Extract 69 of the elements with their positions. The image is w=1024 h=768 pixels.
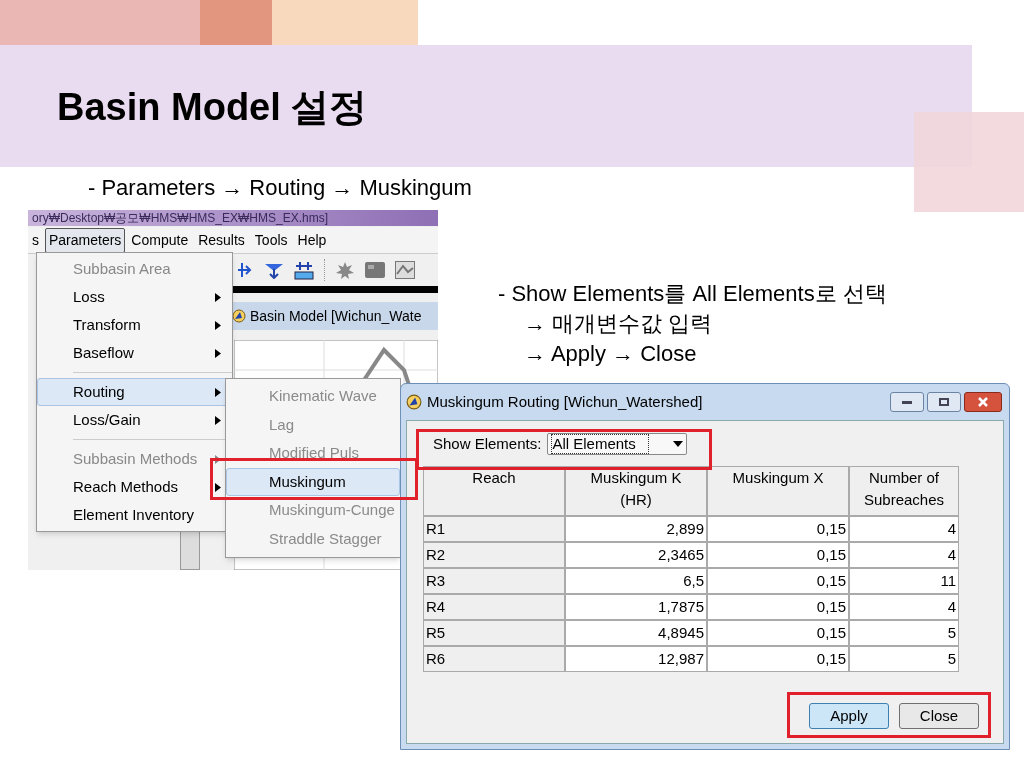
table-cell: 0,15 <box>707 620 849 646</box>
table-cell: 4,8945 <box>565 620 707 646</box>
close-dialog-button[interactable]: Close <box>899 703 979 729</box>
close-button[interactable] <box>964 392 1002 412</box>
instruction-text: - Show Elements를 All Elements로 선택 <box>498 280 887 308</box>
table-cell: R5 <box>423 620 565 646</box>
menu-option[interactable]: Muskingum <box>226 467 400 497</box>
table-cell: 0,15 <box>707 542 849 568</box>
table-cell: 2,899 <box>565 516 707 542</box>
column-header[interactable]: Reach <box>423 466 565 516</box>
app-logo-icon <box>406 394 422 410</box>
table-cell: 4 <box>849 516 959 542</box>
basin-window-title: Basin Model [Wichun_Wate <box>250 306 422 326</box>
column-header[interactable]: Number of Subreaches <box>849 466 959 516</box>
menu-item[interactable]: s <box>28 227 43 253</box>
column-header[interactable]: Muskingum K (HR) <box>565 466 707 516</box>
table-cell: 6,5 <box>565 568 707 594</box>
slide-subtitle: - Parameters → Routing → Muskingum <box>88 174 472 202</box>
splash-icon <box>335 261 355 279</box>
submenu-arrow-icon <box>215 348 221 358</box>
menu-item[interactable]: Results <box>194 227 249 253</box>
table-cell: 4 <box>849 594 959 620</box>
instruction-text: → Apply → Close <box>524 340 698 368</box>
chart-icon <box>395 261 415 279</box>
close-icon <box>978 397 988 407</box>
instruction-text: → 매개변수값 입력 <box>524 310 714 338</box>
show-elements-label: Show Elements: <box>433 433 542 454</box>
column-header[interactable]: Muskingum X <box>707 466 849 516</box>
table-cell: R3 <box>423 568 565 594</box>
table-cell: 5 <box>849 620 959 646</box>
table-cell: 0,15 <box>707 568 849 594</box>
table-icon <box>365 262 385 278</box>
menu-option[interactable]: Loss <box>37 283 232 311</box>
maximize-button[interactable] <box>927 392 961 412</box>
submenu-arrow-icon <box>215 387 221 397</box>
reservoir-icon <box>294 260 314 280</box>
apply-button[interactable]: Apply <box>809 703 889 729</box>
submenu-arrow-icon <box>215 320 221 330</box>
submenu-arrow-icon <box>215 482 221 492</box>
menu-item[interactable]: Parameters <box>45 227 126 253</box>
table-cell: 1,7875 <box>565 594 707 620</box>
table-cell: R2 <box>423 542 565 568</box>
menu-item[interactable]: Compute <box>127 227 193 253</box>
dropdown-arrow-icon <box>673 441 684 447</box>
table-cell: 0,15 <box>707 646 849 672</box>
menu-option[interactable]: Baseflow <box>37 339 232 367</box>
funnel-icon <box>264 261 284 279</box>
table-cell: 12,987 <box>565 646 707 672</box>
app-logo-icon <box>232 309 246 323</box>
table-cell: 2,3465 <box>565 542 707 568</box>
show-elements-dropdown[interactable]: All Elements <box>547 433 688 455</box>
dialog-title: Muskingum Routing [Wichun_Watershed] <box>427 391 703 412</box>
split-arrows-icon <box>236 261 254 279</box>
menu-option[interactable]: Transform <box>37 311 232 339</box>
submenu-arrow-icon <box>215 292 221 302</box>
table-cell: 4 <box>849 542 959 568</box>
submenu-arrow-icon <box>215 415 221 425</box>
minimize-button[interactable] <box>890 392 924 412</box>
table-cell: 11 <box>849 568 959 594</box>
slide-title: Basin Model 설정 <box>57 88 368 126</box>
window-title: ory₩Desktop₩공모₩HMS₩HMS_EX₩HMS_EX.hms] <box>32 212 329 224</box>
table-cell: 5 <box>849 646 959 672</box>
menu-item[interactable]: Tools <box>250 227 292 253</box>
table-cell: R4 <box>423 594 565 620</box>
table-cell: R6 <box>423 646 565 672</box>
table-cell: R1 <box>423 516 565 542</box>
menu-item[interactable]: Help <box>293 227 331 253</box>
table-cell: 0,15 <box>707 594 849 620</box>
table-cell: 0,15 <box>707 516 849 542</box>
